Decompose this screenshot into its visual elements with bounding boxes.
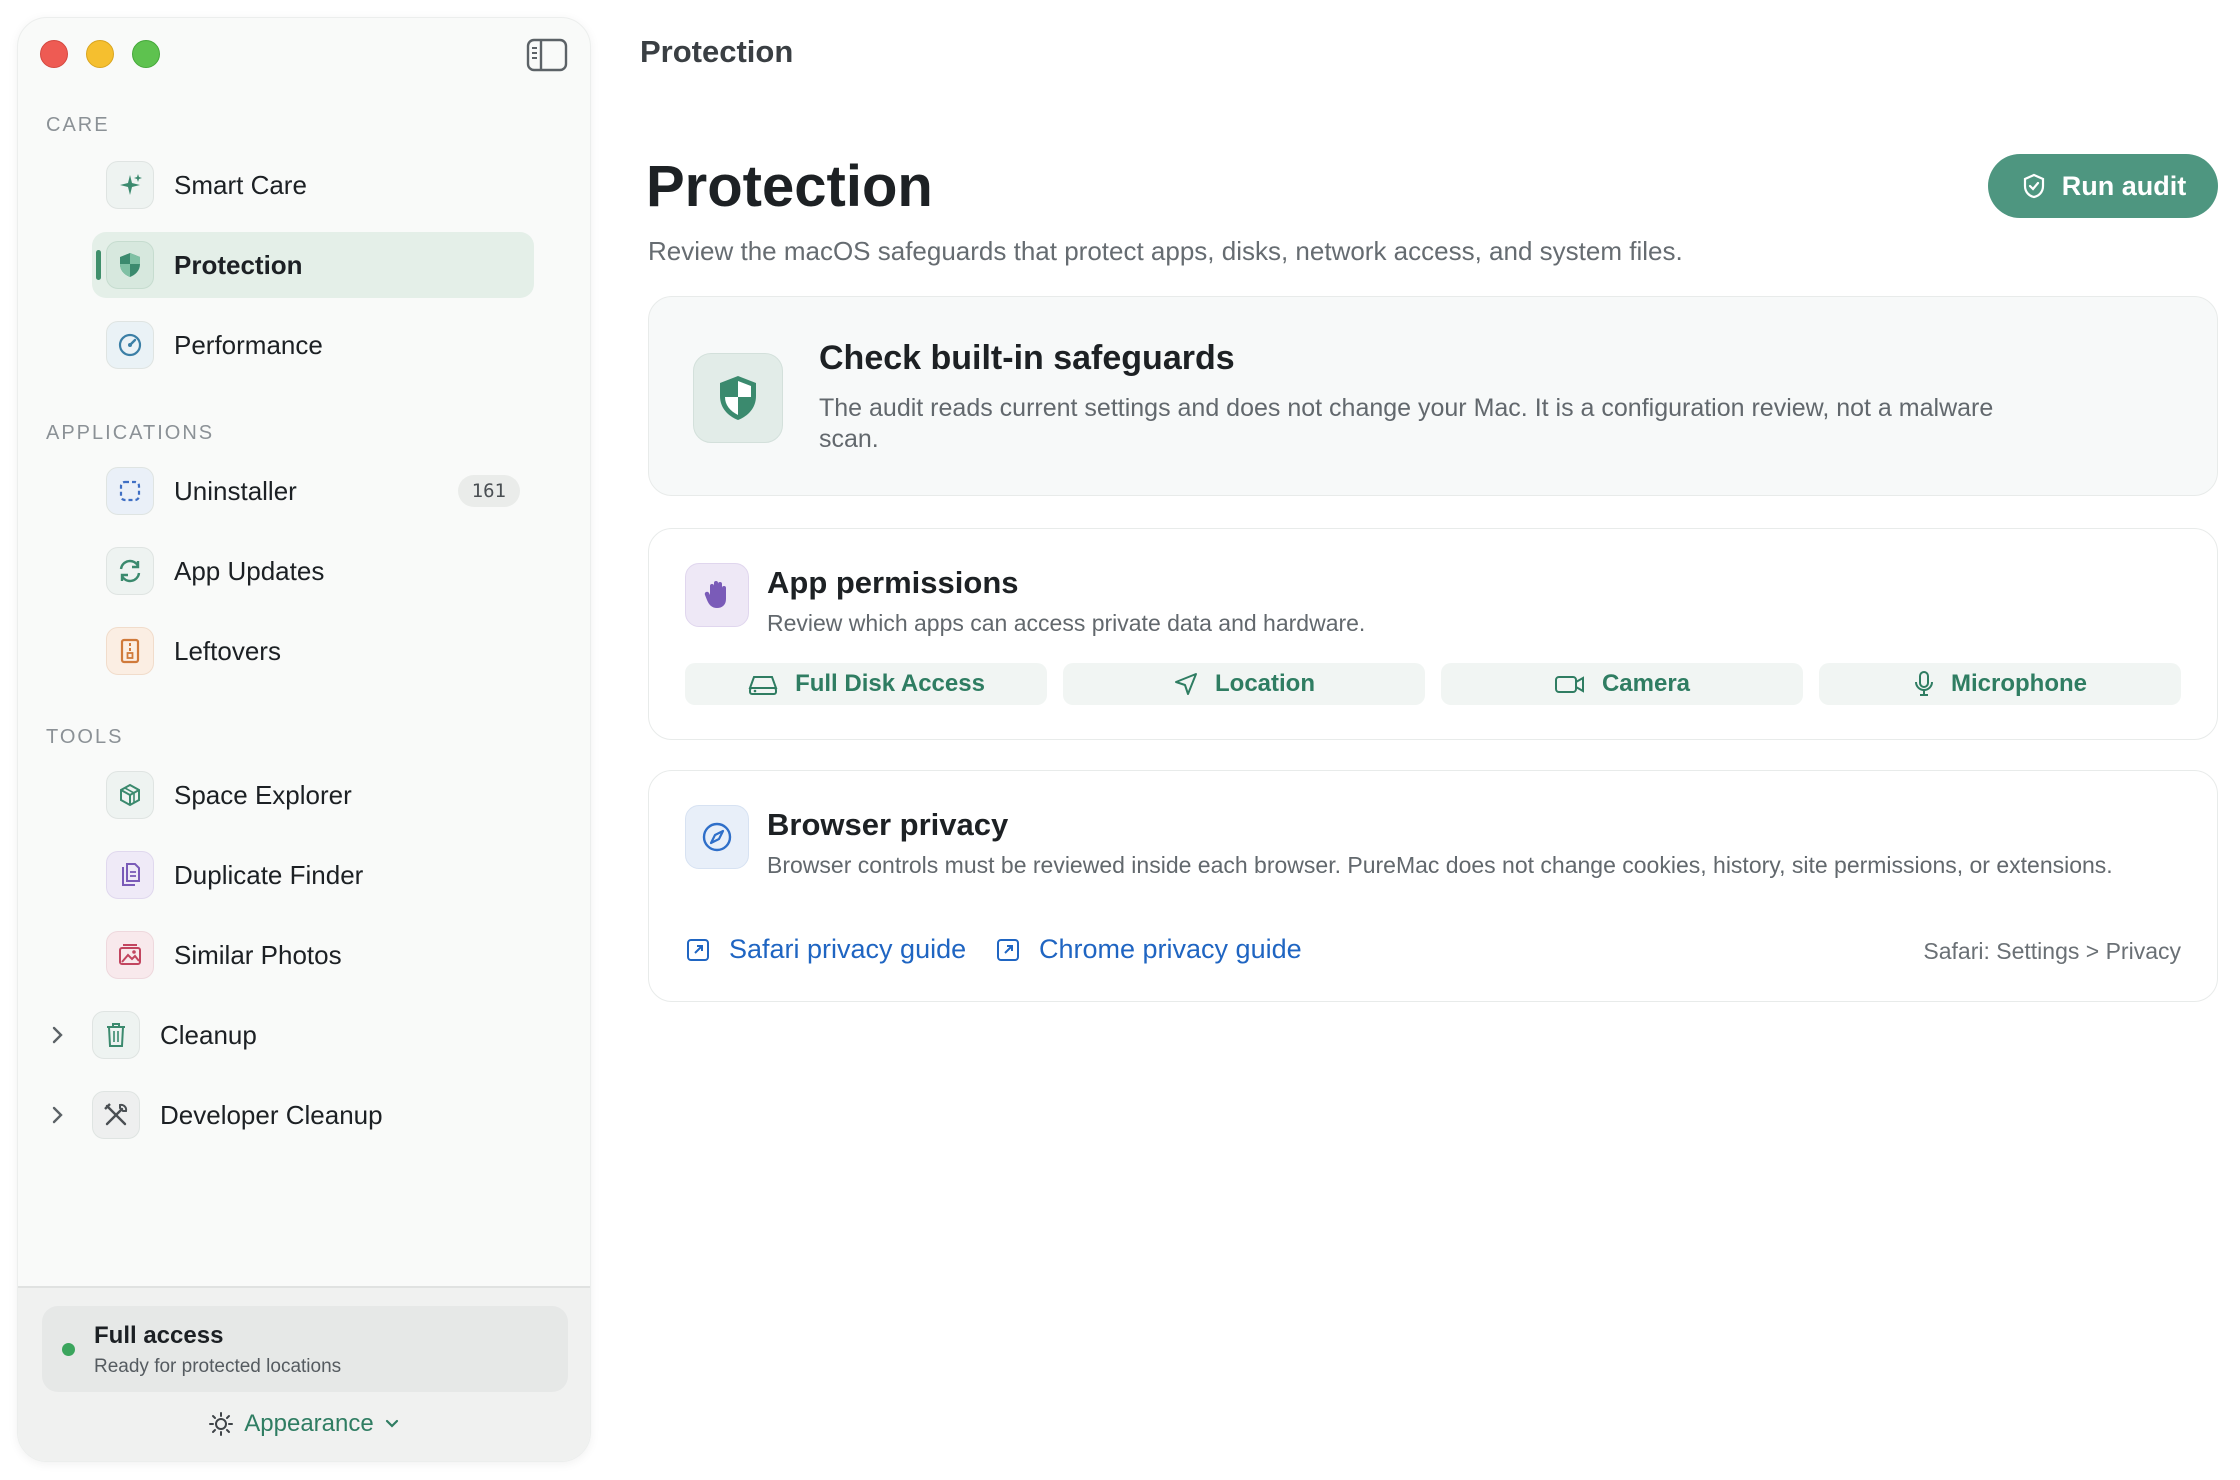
sun-icon — [209, 1412, 234, 1436]
sidebar-item-label: Protection — [174, 249, 303, 280]
sidebar-item-protection[interactable]: Protection — [92, 232, 534, 298]
app-permissions-title: App permissions — [767, 565, 1019, 600]
sidebar-item-label: Smart Care — [174, 169, 307, 200]
tools-icon — [92, 1091, 140, 1139]
link-label: Chrome privacy guide — [1039, 934, 1302, 964]
access-status-card: Full access Ready for protected location… — [42, 1306, 568, 1392]
compass-icon — [685, 805, 749, 869]
zoom-window-button[interactable] — [132, 40, 160, 68]
chrome-privacy-guide-link[interactable]: Chrome privacy guide — [995, 934, 1302, 965]
sidebar-item-label: Performance — [174, 329, 323, 360]
external-link-icon — [687, 938, 709, 961]
sidebar-group-label: Cleanup — [160, 1019, 257, 1050]
microphone-icon — [1915, 671, 1933, 696]
external-link-icon — [997, 938, 1019, 961]
shield-icon — [693, 353, 783, 443]
chip-label: Location — [1215, 670, 1315, 697]
window-title: Protection — [640, 34, 794, 69]
refresh-icon — [106, 547, 154, 595]
trash-icon — [92, 1011, 140, 1059]
cube-icon — [106, 771, 154, 819]
chevron-right-icon[interactable] — [46, 1024, 68, 1046]
appearance-menu-button[interactable]: Appearance — [18, 1410, 590, 1438]
run-audit-label: Run audit — [2061, 170, 2187, 201]
sidebar-item-label: Leftovers — [174, 635, 281, 666]
count-badge: 161 — [457, 475, 520, 507]
chevron-right-icon[interactable] — [46, 1104, 68, 1126]
sidebar-item-label: Space Explorer — [174, 779, 352, 810]
sidebar-item-uninstaller[interactable]: Uninstaller 161 — [92, 458, 534, 524]
sidebar-item-similar-photos[interactable]: Similar Photos — [92, 922, 534, 988]
section-label-tools: TOOLS — [46, 726, 124, 748]
chip-label: Microphone — [1951, 670, 2087, 697]
sidebar-item-smart-care[interactable]: Smart Care — [92, 152, 534, 218]
sidebar: CARE Smart Care Protection Performance A… — [17, 17, 591, 1462]
chip-label: Camera — [1601, 670, 1691, 697]
camera-button[interactable]: Camera — [1441, 663, 1803, 705]
minimize-window-button[interactable] — [86, 40, 114, 68]
full-disk-access-button[interactable]: Full Disk Access — [685, 663, 1047, 705]
status-dot — [62, 1343, 75, 1356]
sidebar-item-space-explorer[interactable]: Space Explorer — [92, 762, 534, 828]
appearance-label: Appearance — [244, 1410, 374, 1437]
sidebar-item-label: App Updates — [174, 555, 325, 586]
sidebar-group-cleanup[interactable]: Cleanup — [46, 1002, 546, 1068]
sidebar-item-duplicate-finder[interactable]: Duplicate Finder — [92, 842, 534, 908]
sidebar-footer: Full access Ready for protected location… — [18, 1286, 590, 1461]
permission-chips: Full Disk Access Location Camera Microph… — [685, 663, 2181, 705]
sidebar-item-performance[interactable]: Performance — [92, 312, 534, 378]
access-subtitle: Ready for protected locations — [94, 1356, 342, 1377]
sidebar-group-developer-cleanup[interactable]: Developer Cleanup — [46, 1082, 546, 1148]
photos-icon — [106, 931, 154, 979]
sidebar-item-label: Similar Photos — [174, 939, 342, 970]
access-title: Full access — [94, 1322, 224, 1349]
shield-check-icon — [2023, 173, 2044, 199]
page-title: Protection — [646, 154, 933, 219]
hand-icon — [685, 563, 749, 627]
location-button[interactable]: Location — [1063, 663, 1425, 705]
close-window-button[interactable] — [40, 40, 68, 68]
location-icon — [1175, 673, 1197, 695]
sidebar-item-label: Duplicate Finder — [174, 859, 364, 890]
hero-title: Check built-in safeguards — [819, 339, 1235, 377]
window-controls — [40, 40, 160, 68]
sidebar-group-label: Developer Cleanup — [160, 1099, 383, 1130]
camera-icon — [1554, 676, 1584, 693]
run-audit-button[interactable]: Run audit — [1988, 154, 2218, 218]
sidebar-item-label: Uninstaller — [174, 475, 297, 506]
safari-settings-hint: Safari: Settings > Privacy — [1923, 938, 2181, 964]
section-label-applications: APPLICATIONS — [46, 422, 215, 444]
sidebar-item-app-updates[interactable]: App Updates — [92, 538, 534, 604]
page-subtitle: Review the macOS safeguards that protect… — [648, 236, 1683, 266]
sparkle-icon — [106, 161, 154, 209]
safari-privacy-guide-link[interactable]: Safari privacy guide — [685, 934, 966, 965]
hero-body: The audit reads current settings and doe… — [819, 394, 1994, 453]
shield-icon — [106, 241, 154, 289]
browser-privacy-card: Browser privacy Browser controls must be… — [648, 770, 2218, 1002]
microphone-button[interactable]: Microphone — [1819, 663, 2181, 705]
archive-icon — [106, 627, 154, 675]
chip-label: Full Disk Access — [795, 670, 985, 697]
app-permissions-description: Review which apps can access private dat… — [767, 610, 1366, 636]
disk-icon — [748, 676, 778, 695]
section-label-care: CARE — [46, 114, 110, 136]
browser-privacy-description: Browser controls must be reviewed inside… — [767, 852, 2113, 878]
safeguards-card: Check built-in safeguards The audit read… — [648, 296, 2218, 496]
app-permissions-card: App permissions Review which apps can ac… — [648, 528, 2218, 740]
duplicate-icon — [106, 851, 154, 899]
chevron-down-icon — [385, 1419, 398, 1428]
browser-privacy-title: Browser privacy — [767, 807, 1009, 842]
link-label: Safari privacy guide — [729, 934, 967, 964]
sidebar-toggle-icon[interactable] — [526, 38, 568, 72]
uninstaller-icon — [106, 467, 154, 515]
gauge-icon — [106, 321, 154, 369]
sidebar-item-leftovers[interactable]: Leftovers — [92, 618, 534, 684]
